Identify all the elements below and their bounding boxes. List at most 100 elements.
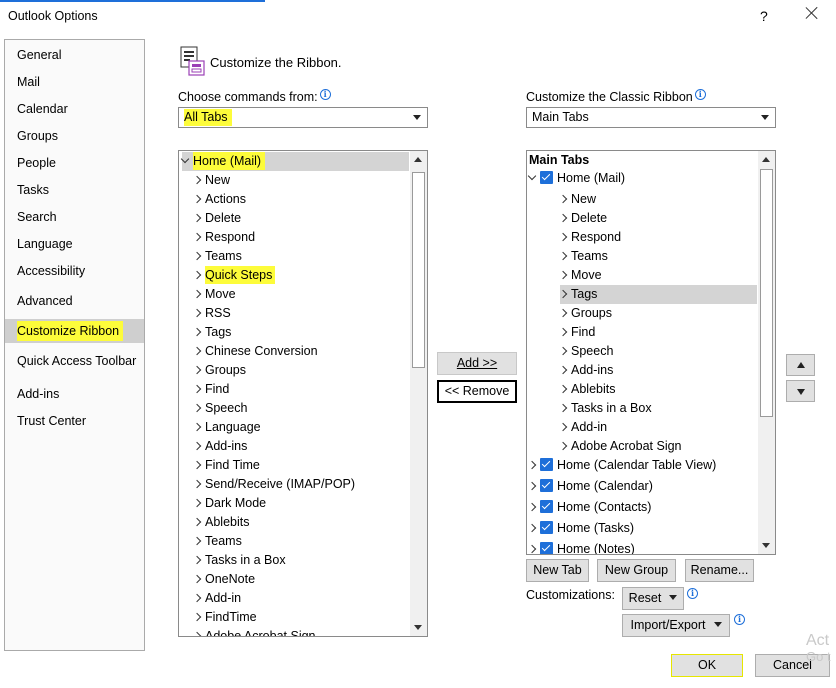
- command-list-item[interactable]: Teams: [192, 247, 242, 266]
- nav-item-advanced[interactable]: Advanced: [5, 289, 144, 313]
- choose-commands-label: Choose commands from: i: [178, 89, 331, 104]
- checkbox-checked-icon[interactable]: [540, 542, 553, 554]
- scroll-up-icon[interactable]: [410, 151, 427, 168]
- commands-list-scrollbar[interactable]: [410, 151, 427, 636]
- tree-child-item[interactable]: Move: [558, 266, 602, 285]
- tree-child-item[interactable]: Delete: [558, 209, 607, 228]
- command-list-item[interactable]: OneNote: [192, 570, 255, 589]
- tree-child-item[interactable]: Respond: [558, 228, 621, 247]
- command-list-item[interactable]: Delete: [192, 209, 241, 228]
- command-list-item[interactable]: Find: [192, 380, 229, 399]
- new-group-button[interactable]: New Group: [597, 559, 676, 582]
- remove-button[interactable]: << Remove: [437, 380, 517, 403]
- command-list-item[interactable]: Quick Steps: [192, 266, 276, 285]
- nav-item-trust-center[interactable]: Trust Center: [5, 409, 144, 433]
- scroll-thumb[interactable]: [760, 169, 773, 417]
- scroll-up-icon[interactable]: [758, 151, 775, 168]
- command-list-item[interactable]: Language: [192, 418, 261, 437]
- close-button[interactable]: [804, 5, 820, 21]
- command-list-item[interactable]: Respond: [192, 228, 256, 247]
- add-button[interactable]: Add >>: [437, 352, 517, 375]
- checkbox-checked-icon[interactable]: [540, 500, 553, 513]
- tree-child-item[interactable]: Speech: [558, 342, 613, 361]
- command-list-item[interactable]: Move: [192, 285, 236, 304]
- reset-dropdown-button[interactable]: Reset: [622, 587, 684, 610]
- import-export-button[interactable]: Import/Export: [622, 614, 730, 637]
- command-list-item[interactable]: Tags: [192, 323, 231, 342]
- tree-tab-item[interactable]: Home (Calendar): [527, 477, 653, 496]
- tree-child-item[interactable]: Ablebits: [558, 380, 615, 399]
- nav-item-mail[interactable]: Mail: [5, 70, 144, 94]
- command-list-item[interactable]: Send/Receive (IMAP/POP): [192, 475, 355, 494]
- checkbox-checked-icon[interactable]: [540, 171, 553, 184]
- tree-tab-item[interactable]: Home (Calendar Table View): [527, 456, 716, 475]
- nav-item-calendar[interactable]: Calendar: [5, 97, 144, 121]
- nav-item-general[interactable]: General: [5, 43, 144, 67]
- nav-item-search[interactable]: Search: [5, 205, 144, 229]
- scroll-down-icon[interactable]: [758, 537, 775, 554]
- move-up-button[interactable]: [786, 354, 815, 376]
- command-list-item[interactable]: Add-ins: [192, 437, 247, 456]
- tree-node-home-mail[interactable]: Home (Mail): [180, 152, 409, 171]
- tree-node-label: Home (Mail): [193, 152, 266, 170]
- ribbon-tabs-tree[interactable]: Main Tabs Home (Mail) New Delete Respond Team…: [526, 150, 776, 555]
- nav-item-customize-ribbon[interactable]: Customize Ribbon: [5, 319, 144, 343]
- tree-child-item[interactable]: Adobe Acrobat Sign: [558, 437, 682, 456]
- tree-child-item[interactable]: Tags: [558, 285, 757, 304]
- nav-item-tasks[interactable]: Tasks: [5, 178, 144, 202]
- command-label: Language: [205, 420, 261, 434]
- new-tab-button[interactable]: New Tab: [526, 559, 589, 582]
- ok-button[interactable]: OK: [671, 654, 743, 677]
- tree-child-item[interactable]: New: [558, 190, 596, 209]
- tree-child-item[interactable]: Tasks in a Box: [558, 399, 652, 418]
- command-label: Tasks in a Box: [205, 553, 286, 567]
- command-list-item[interactable]: Actions: [192, 190, 246, 209]
- ribbon-tabs-dropdown[interactable]: Main Tabs: [526, 107, 776, 128]
- tree-child-item[interactable]: Groups: [558, 304, 612, 323]
- tree-tab-item[interactable]: Home (Tasks): [527, 519, 634, 538]
- command-list-item[interactable]: Dark Mode: [192, 494, 266, 513]
- tree-child-item[interactable]: Find: [558, 323, 596, 342]
- tree-tab-item[interactable]: Home (Contacts): [527, 498, 651, 517]
- command-label: Respond: [205, 230, 256, 244]
- command-list-item[interactable]: Teams: [192, 532, 242, 551]
- command-list-item[interactable]: New: [192, 171, 230, 190]
- command-label: FindTime: [205, 610, 257, 624]
- command-list-item[interactable]: FindTime: [192, 608, 257, 627]
- tree-child-item[interactable]: Teams: [558, 247, 608, 266]
- tree-child-item[interactable]: Add-ins: [558, 361, 613, 380]
- tree-tab-item[interactable]: Home (Notes): [527, 540, 635, 554]
- command-list-item[interactable]: Tasks in a Box: [192, 551, 286, 570]
- checkbox-checked-icon[interactable]: [540, 521, 553, 534]
- command-list-item[interactable]: Find Time: [192, 456, 260, 475]
- commands-list[interactable]: Home (Mail) New Actions Delete Respond Teams Q…: [178, 150, 428, 637]
- help-button[interactable]: ?: [760, 8, 768, 24]
- command-list-item[interactable]: Speech: [192, 399, 247, 418]
- tree-node-home-mail[interactable]: Home (Mail): [527, 169, 626, 188]
- command-list-item[interactable]: Ablebits: [192, 513, 249, 532]
- tree-child-item[interactable]: Add-in: [558, 418, 608, 437]
- ribbon-tree-scrollbar[interactable]: [758, 151, 775, 554]
- checkbox-checked-icon[interactable]: [540, 479, 553, 492]
- choose-commands-dropdown[interactable]: All Tabs: [178, 107, 428, 128]
- nav-item-people[interactable]: People: [5, 151, 144, 175]
- scroll-thumb[interactable]: [412, 172, 425, 368]
- nav-item-language[interactable]: Language: [5, 232, 144, 256]
- command-label: Quick Steps: [205, 266, 276, 284]
- move-down-button[interactable]: [786, 380, 815, 402]
- nav-item-accessibility[interactable]: Accessibility: [5, 259, 144, 283]
- tree-child-label: Find: [571, 325, 596, 339]
- checkbox-checked-icon[interactable]: [540, 458, 553, 471]
- scroll-down-icon[interactable]: [410, 619, 427, 636]
- nav-item-quick-access-toolbar[interactable]: Quick Access Toolbar: [5, 349, 144, 373]
- rename-button[interactable]: Rename...: [685, 559, 754, 582]
- tree-child-label: Add-in: [571, 420, 608, 434]
- command-list-item[interactable]: Groups: [192, 361, 246, 380]
- command-list-item[interactable]: Chinese Conversion: [192, 342, 318, 361]
- nav-item-groups[interactable]: Groups: [5, 124, 144, 148]
- tree-node-label: Home (Mail): [557, 171, 626, 185]
- nav-item-add-ins[interactable]: Add-ins: [5, 382, 144, 406]
- command-list-item[interactable]: RSS: [192, 304, 231, 323]
- command-list-item[interactable]: Add-in: [192, 589, 241, 608]
- command-list-item[interactable]: Adobe Acrobat Sign: [192, 627, 316, 636]
